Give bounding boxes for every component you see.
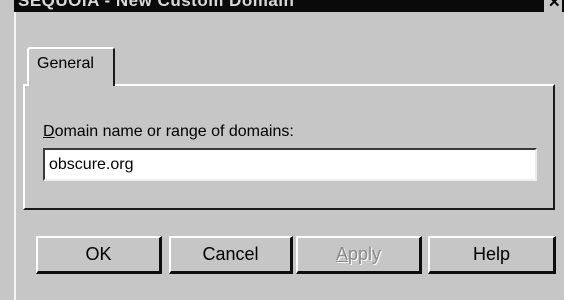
domain-label-text: omain name or range of domains: (54, 123, 294, 140)
tab-general[interactable]: General (27, 47, 115, 86)
window-title: SEQUOIA - New Custom Domain (18, 0, 295, 10)
domain-input[interactable] (43, 148, 537, 181)
ok-button[interactable]: OK (36, 236, 162, 274)
apply-label-text: pply (347, 244, 382, 264)
cancel-button[interactable]: Cancel (169, 236, 293, 274)
domain-label-accesskey: D (43, 123, 55, 140)
window-left-edge (14, 12, 16, 300)
title-bar[interactable]: SEQUOIA - New Custom Domain ✕ (14, 0, 564, 12)
close-button[interactable]: ✕ (544, 0, 562, 12)
domain-field-label: Domain name or range of domains: (43, 123, 294, 141)
general-tab-panel: Domain name or range of domains: (23, 84, 555, 210)
apply-button: Apply (296, 236, 422, 274)
help-button[interactable]: Help (428, 236, 556, 274)
close-icon: ✕ (548, 0, 561, 11)
apply-accesskey: A (335, 244, 348, 264)
tab-general-label: General (37, 55, 94, 72)
